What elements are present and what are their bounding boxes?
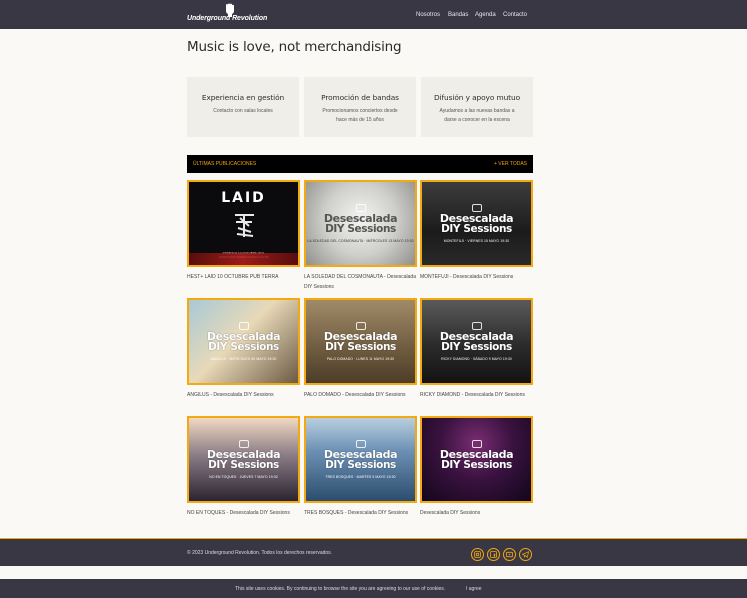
page-title: Music is love, not merchandising <box>187 39 402 55</box>
nav-bandas[interactable]: Bandas <box>448 10 468 20</box>
poster-overlay: Desescalada DIY Sessions LA SOLEDAD DEL … <box>306 204 415 243</box>
poster-subtitle: DIY Sessions <box>441 223 512 235</box>
feature-description: Ayudamos a las nuevas bandas a darse a c… <box>439 108 515 123</box>
youtube-icon[interactable] <box>503 548 516 561</box>
post-card: Desescalada DIY Sessions NO EN TOQUES · … <box>187 416 300 518</box>
band-glyph-graphic <box>235 214 254 237</box>
feature-description: Contacto con salas locales <box>213 108 273 114</box>
post-card: Desescalada DIY Sessions MONTEFUJI · VIE… <box>420 180 533 282</box>
poster-band-date: NO EN TOQUES · JUEVES 7 MAYO 19:30 <box>209 475 278 479</box>
poster-subtitle: DIY Sessions <box>325 341 396 353</box>
site-logo[interactable]: Underground Revolution <box>187 3 267 26</box>
poster-overlay: Desescalada DIY Sessions RICKY DIAMOND ·… <box>422 322 531 361</box>
site-header: Underground Revolution Nosotros Bandas A… <box>0 0 747 29</box>
post-caption[interactable]: MONTEFUJI - Desescalada DIY Sessions <box>420 272 533 282</box>
view-all-link[interactable]: + VER TODAS <box>494 161 527 167</box>
feature-card-difusion: Difusión y apoyo mutuo Ayudamos a las nu… <box>421 77 533 137</box>
latest-posts-bar: ÚLTIMAS PUBLICACIONES + VER TODAS <box>187 155 533 173</box>
badge-icon <box>471 440 482 448</box>
poster-band-date: LA SOLEDAD DEL COSMONAUTA · MIÉRCOLES 13… <box>307 239 414 243</box>
poster-subtitle: DIY Sessions <box>208 341 279 353</box>
poster-overlay: Desescalada DIY Sessions NO EN TOQUES · … <box>189 440 298 479</box>
stage-lights-graphic <box>189 253 298 265</box>
poster-overlay: Desescalada DIY Sessions ANGILUS · MIÉRC… <box>189 322 298 361</box>
post-card: LAID DOMINGO 10 OCTUBRE 2021 19:00H PUB … <box>187 180 300 282</box>
poster-band-date: RICKY DIAMOND · SÁBADO 9 MAYO 19:30 <box>441 357 512 361</box>
post-caption[interactable]: RICKY DIAMOND - Desescalada DIY Sessions <box>420 390 533 400</box>
feature-title: Promoción de bandas <box>321 93 399 102</box>
cookie-agree-button[interactable]: I agree <box>466 586 482 592</box>
post-caption[interactable]: HEST+ LAID 10 OCTUBRE PUB TERRA <box>187 272 300 282</box>
raised-fist-icon <box>226 3 234 17</box>
post-caption[interactable]: ANGILUS - Desescalada DIY Sessions <box>187 390 300 400</box>
poster-subtitle: DIY Sessions <box>208 459 279 471</box>
feature-card-promocion: Promoción de bandas Promocionamos concie… <box>304 77 416 137</box>
post-thumbnail[interactable]: Desescalada DIY Sessions PALO DOMADO · L… <box>304 298 417 385</box>
post-caption[interactable]: TRES BOSQUES - Desescalada DIY Sessions <box>304 508 417 518</box>
facebook-icon[interactable] <box>487 548 500 561</box>
badge-icon <box>355 322 366 330</box>
poster-subtitle: DIY Sessions <box>325 459 396 471</box>
nav-nosotros[interactable]: Nosotros <box>416 10 440 20</box>
post-thumbnail[interactable]: Desescalada DIY Sessions MONTEFUJI · VIE… <box>420 180 533 267</box>
post-card: Desescalada DIY Sessions RICKY DIAMOND ·… <box>420 298 533 400</box>
post-thumbnail[interactable]: Desescalada DIY Sessions ANGILUS · MIÉRC… <box>187 298 300 385</box>
poster-band-name: LAID <box>221 190 266 206</box>
nav-agenda[interactable]: Agenda <box>475 10 496 20</box>
feature-card-gestion: Experiencia en gestión Contacto con sala… <box>187 77 299 137</box>
post-thumbnail[interactable]: LAID DOMINGO 10 OCTUBRE 2021 19:00H PUB … <box>187 180 300 267</box>
poster-overlay: Desescalada DIY Sessions <box>422 440 531 475</box>
site-footer: © 2023 Underground Revolution. Todos los… <box>0 538 747 566</box>
cookie-bar: This site uses cookies. By continuing to… <box>0 579 747 598</box>
badge-icon <box>238 440 249 448</box>
badge-icon <box>471 322 482 330</box>
post-card: Desescalada DIY Sessions PALO DOMADO · L… <box>304 298 417 400</box>
feature-description: Promocionamos conciertos desde hace más … <box>322 108 398 123</box>
poster-band-date: MONTEFUJI · VIERNES 15 MAYO 19:30 <box>443 239 510 243</box>
post-card: Desescalada DIY Sessions TRES BOSQUES · … <box>304 416 417 518</box>
instagram-icon[interactable] <box>471 548 484 561</box>
badge-icon <box>355 440 366 448</box>
post-caption[interactable]: PALO DOMADO - Desescalada DIY Sessions <box>304 390 417 400</box>
post-thumbnail[interactable]: Desescalada DIY Sessions <box>420 416 533 503</box>
badge-icon <box>471 204 482 212</box>
poster-band-date: PALO DOMADO · LUNES 11 MAYO 19:30 <box>326 357 395 361</box>
post-thumbnail[interactable]: Desescalada DIY Sessions RICKY DIAMOND ·… <box>420 298 533 385</box>
post-thumbnail[interactable]: Desescalada DIY Sessions NO EN TOQUES · … <box>187 416 300 503</box>
post-caption[interactable]: Desescalada DIY Sessions <box>420 508 533 518</box>
cookie-notice-text: This site uses cookies. By continuing to… <box>235 586 446 592</box>
poster-subtitle: DIY Sessions <box>441 459 512 471</box>
badge-icon <box>238 322 249 330</box>
poster-overlay: Desescalada DIY Sessions MONTEFUJI · VIE… <box>422 204 531 243</box>
post-thumbnail[interactable]: Desescalada DIY Sessions LA SOLEDAD DEL … <box>304 180 417 267</box>
feature-title: Experiencia en gestión <box>201 93 285 102</box>
post-card: Desescalada DIY Sessions LA SOLEDAD DEL … <box>304 180 417 292</box>
badge-icon <box>355 204 366 212</box>
poster-subtitle: DIY Sessions <box>441 341 512 353</box>
post-caption[interactable]: LA SOLEDAD DEL COSMONAUTA - Desescalada … <box>304 272 417 292</box>
nav-contacto[interactable]: Contacto <box>503 10 527 20</box>
poster-subtitle: DIY Sessions <box>325 223 396 235</box>
post-card: Desescalada DIY Sessions ANGILUS · MIÉRC… <box>187 298 300 400</box>
post-thumbnail[interactable]: Desescalada DIY Sessions TRES BOSQUES · … <box>304 416 417 503</box>
poster-overlay: Desescalada DIY Sessions PALO DOMADO · L… <box>306 322 415 361</box>
telegram-icon[interactable] <box>519 548 532 561</box>
post-card: Desescalada DIY Sessions Desescalada DIY… <box>420 416 533 518</box>
poster-overlay: Desescalada DIY Sessions TRES BOSQUES · … <box>306 440 415 479</box>
poster-band-date: TRES BOSQUES · MARTES 5 MAYO 19:30 <box>325 475 396 479</box>
latest-posts-heading: ÚLTIMAS PUBLICACIONES <box>193 161 257 167</box>
feature-title: Difusión y apoyo mutuo <box>434 93 520 102</box>
post-caption[interactable]: NO EN TOQUES - Desescalada DIY Sessions <box>187 508 300 518</box>
poster-band-date: ANGILUS · MIÉRCOLES 06 MAYO 19:30 <box>210 357 277 361</box>
copyright-text: © 2023 Underground Revolution. Todos los… <box>187 550 333 556</box>
